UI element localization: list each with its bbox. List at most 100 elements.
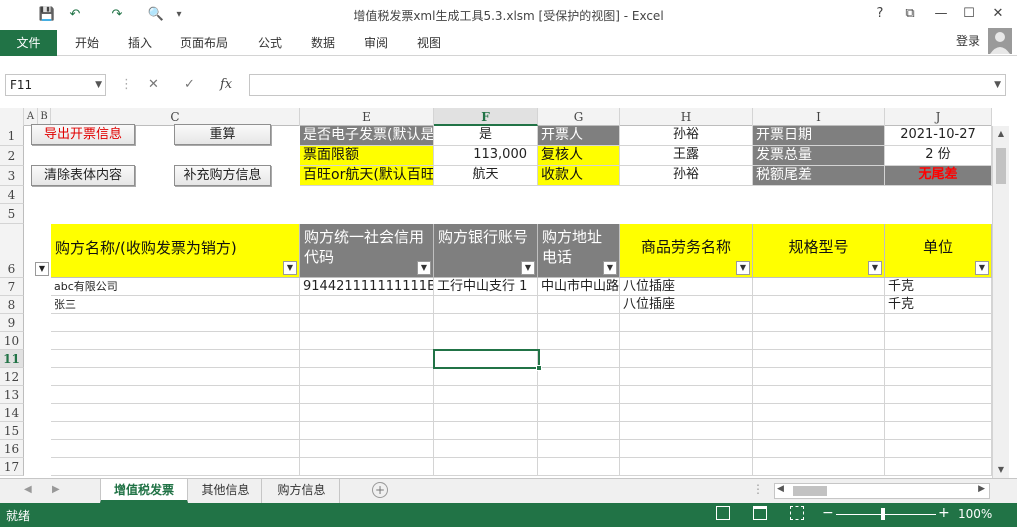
tab-formulas[interactable]: 公式 (258, 30, 282, 56)
cell-spec-model[interactable] (753, 422, 885, 440)
row-header-8[interactable]: 8 (0, 296, 24, 314)
cell-buyer-name[interactable] (51, 368, 300, 386)
help-button[interactable]: ? (869, 4, 891, 24)
cell-credit-code[interactable]: 914421111111111E (300, 278, 434, 296)
cell-address-phone[interactable] (538, 386, 620, 404)
cell-credit-code[interactable] (300, 386, 434, 404)
scroll-left-icon[interactable]: ◀ (777, 484, 784, 494)
horizontal-scroll-thumb[interactable] (793, 486, 827, 496)
tab-sheet-other-info[interactable]: 其他信息 (190, 479, 262, 503)
row-header-16[interactable]: 16 (0, 440, 24, 458)
row-header-14[interactable]: 14 (0, 404, 24, 422)
filter-dropdown-icon[interactable]: ▼ (868, 261, 882, 275)
scroll-right-icon[interactable]: ▶ (978, 484, 985, 494)
worksheet-grid[interactable]: A B C E F G H I J 1 2 3 4 5 6 7 8 9 10 1… (0, 108, 1017, 478)
row-header-13[interactable]: 13 (0, 386, 24, 404)
cell-spec-model[interactable] (753, 458, 885, 476)
tab-page-layout[interactable]: 页面布局 (180, 30, 228, 56)
filter-dropdown-icon[interactable]: ▼ (521, 261, 535, 275)
cell-goods-name[interactable] (620, 332, 753, 350)
issuer-value[interactable]: 孙裕 (620, 126, 753, 146)
tab-sheet-vat-invoice[interactable]: 增值税发票 (100, 479, 188, 503)
cell-credit-code[interactable] (300, 350, 434, 368)
cell-bank-account[interactable] (434, 368, 538, 386)
recalc-button[interactable]: 重算 (174, 124, 271, 145)
row-header-12[interactable]: 12 (0, 368, 24, 386)
cell-unit[interactable]: 千克 (885, 296, 992, 314)
page-layout-view-icon[interactable] (753, 506, 767, 520)
cell-spec-model[interactable] (753, 440, 885, 458)
cell-bank-account[interactable]: 工行中山支行 1 (434, 278, 538, 296)
invoice-total-value[interactable]: 2 份 (885, 146, 992, 166)
col-header-f[interactable]: F (434, 108, 538, 126)
fill-handle[interactable] (536, 365, 542, 371)
filter-dropdown-icon[interactable]: ▼ (35, 262, 49, 276)
zoom-out-icon[interactable]: − (822, 505, 834, 521)
cell-spec-model[interactable] (753, 350, 885, 368)
row-header-6[interactable]: 6 (0, 224, 24, 278)
cell-unit[interactable] (885, 440, 992, 458)
cell-goods-name[interactable]: 八位插座 (620, 278, 753, 296)
cell-goods-name[interactable] (620, 314, 753, 332)
cell-buyer-name[interactable] (51, 314, 300, 332)
tab-insert[interactable]: 插入 (128, 30, 152, 56)
filter-dropdown-icon[interactable]: ▼ (283, 261, 297, 275)
row-header-7[interactable]: 7 (0, 278, 24, 296)
enter-entry-icon[interactable]: ✓ (184, 74, 195, 96)
cell-address-phone[interactable]: 中山市中山路 (538, 278, 620, 296)
cell-address-phone[interactable] (538, 422, 620, 440)
cell-credit-code[interactable] (300, 458, 434, 476)
page-break-view-icon[interactable] (790, 506, 804, 520)
cell-address-phone[interactable] (538, 440, 620, 458)
cell-spec-model[interactable] (753, 314, 885, 332)
maximize-button[interactable]: ☐ (958, 4, 980, 24)
cell-goods-name[interactable] (620, 404, 753, 422)
cell-goods-name[interactable]: 八位插座 (620, 296, 753, 314)
tax-diff-value[interactable]: 无尾差 (885, 166, 992, 186)
next-sheet-icon[interactable]: ▶ (52, 484, 60, 495)
cell-buyer-name[interactable] (51, 386, 300, 404)
header-spec-model[interactable]: 规格型号 ▼ (753, 224, 885, 278)
formula-input[interactable]: ▼ (249, 74, 1006, 96)
cell-bank-account[interactable] (434, 440, 538, 458)
select-all-corner[interactable] (0, 108, 24, 126)
payee-value[interactable]: 孙裕 (620, 166, 753, 186)
add-sheet-icon[interactable]: + (372, 482, 388, 498)
cell-unit[interactable] (885, 314, 992, 332)
cell-spec-model[interactable] (753, 296, 885, 314)
row-header-17[interactable]: 17 (0, 458, 24, 476)
cell-unit[interactable] (885, 368, 992, 386)
filter-dropdown-icon[interactable]: ▼ (736, 261, 750, 275)
tab-data[interactable]: 数据 (311, 30, 335, 56)
col-header-j[interactable]: J (885, 108, 992, 126)
row-header-11[interactable]: 11 (0, 350, 24, 368)
electronic-invoice-value[interactable]: 是 (434, 126, 538, 146)
cell-credit-code[interactable] (300, 296, 434, 314)
vertical-scrollbar[interactable]: ▲ ▼ (992, 126, 1009, 478)
row-header-9[interactable]: 9 (0, 314, 24, 332)
header-credit-code[interactable]: 购方统一社会信用代码 ▼ (300, 224, 434, 278)
cell-goods-name[interactable] (620, 422, 753, 440)
header-bank-account[interactable]: 购方银行账号 ▼ (434, 224, 538, 278)
cell-address-phone[interactable] (538, 458, 620, 476)
col-header-e[interactable]: E (300, 108, 434, 126)
cell-bank-account[interactable] (434, 332, 538, 350)
cell-credit-code[interactable] (300, 422, 434, 440)
zoom-level[interactable]: 100% (958, 507, 992, 521)
col-header-i[interactable]: I (753, 108, 885, 126)
header-goods-name[interactable]: 商品劳务名称 ▼ (620, 224, 753, 278)
row-header-4[interactable]: 4 (0, 186, 24, 204)
cell-unit[interactable] (885, 386, 992, 404)
cell-address-phone[interactable] (538, 350, 620, 368)
cell-credit-code[interactable] (300, 440, 434, 458)
normal-view-icon[interactable] (716, 506, 730, 520)
filter-dropdown-icon[interactable]: ▼ (975, 261, 989, 275)
col-header-h[interactable]: H (620, 108, 753, 126)
cell-buyer-name[interactable]: 张三 (51, 296, 300, 314)
cell-goods-name[interactable] (620, 386, 753, 404)
cell-goods-name[interactable] (620, 458, 753, 476)
cell-credit-code[interactable] (300, 314, 434, 332)
cell-bank-account[interactable] (434, 296, 538, 314)
clear-table-button[interactable]: 清除表体内容 (31, 165, 135, 186)
close-button[interactable]: ✕ (987, 4, 1009, 24)
